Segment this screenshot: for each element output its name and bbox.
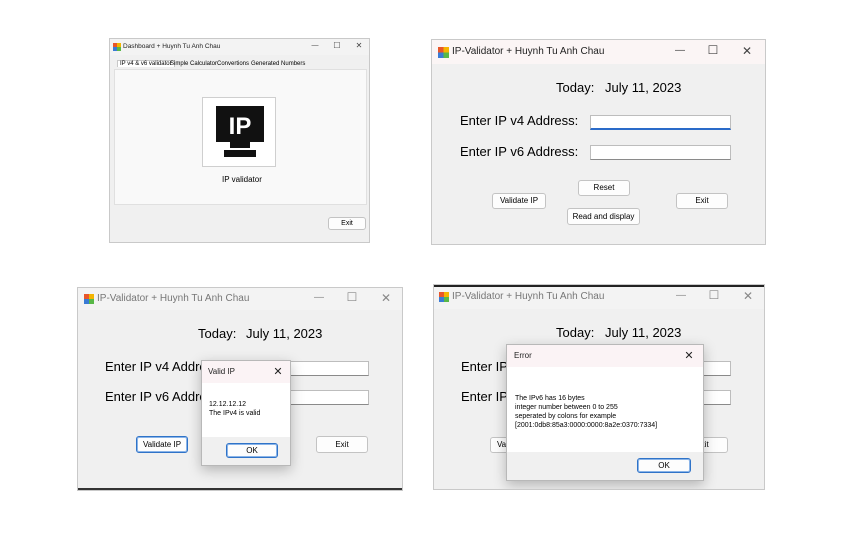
reset-button[interactable]: Reset xyxy=(578,180,630,196)
dialog-title-bar: Valid IP ✕ xyxy=(202,361,290,383)
tab-strip: IP v4 & v6 validator Simple Calculator C… xyxy=(114,58,367,69)
date-value: July 11, 2023 xyxy=(246,326,323,341)
ipv4-input[interactable] xyxy=(590,115,731,130)
ipv6-input[interactable] xyxy=(590,145,731,160)
dialog-title-bar: Error ✕ xyxy=(507,345,703,367)
exit-button[interactable]: Exit xyxy=(316,436,368,453)
validate-ip-button[interactable]: Validate IP xyxy=(136,436,188,453)
minimize-button[interactable]: — xyxy=(674,290,688,301)
date-value: July 11, 2023 xyxy=(605,80,682,95)
tab-generated-numbers[interactable]: Generated Numbers xyxy=(251,61,305,67)
maximize-button[interactable]: ☐ xyxy=(706,43,720,57)
tile-label: IP validator xyxy=(222,175,262,184)
valid-ip-dialog: Valid IP ✕ 12.12.12.12 The IPv4 is valid… xyxy=(201,360,291,466)
tab-content-panel: IP IP validator xyxy=(114,69,367,205)
window-title: IP-Validator + Huynh Tu Anh Chau xyxy=(452,46,605,57)
title-bar: IP-Validator + Huynh Tu Anh Chau — ☐ ✕ xyxy=(78,288,402,310)
tab-ip-validator[interactable]: IP v4 & v6 validator xyxy=(117,60,175,67)
app-icon xyxy=(439,292,449,302)
window-title: Dashboard + Huynh Tu Anh Chau xyxy=(123,43,221,50)
ip-validator-window-valid: IP-Validator + Huynh Tu Anh Chau — ☐ ✕ T… xyxy=(77,287,403,491)
today-label: Today: xyxy=(556,80,595,95)
app-icon xyxy=(84,294,94,304)
monitor-ip-icon: IP xyxy=(216,106,264,157)
ip-icon-text: IP xyxy=(229,113,252,140)
minimize-button[interactable]: — xyxy=(312,292,326,303)
title-bar: IP-Validator + Huynh Tu Anh Chau — ☐ ✕ xyxy=(434,285,764,309)
window-bottom-edge xyxy=(78,488,402,490)
window-title: IP-Validator + Huynh Tu Anh Chau xyxy=(452,291,605,302)
tab-simple-calculator[interactable]: Simple Calculator xyxy=(170,61,217,67)
app-icon xyxy=(113,43,121,51)
tab-convertions[interactable]: Convertions xyxy=(217,61,249,67)
app-icon xyxy=(438,47,449,58)
exit-button[interactable]: Exit xyxy=(328,217,366,230)
maximize-button[interactable]: ☐ xyxy=(345,290,359,304)
dialog-message-line2: integer number between 0 to 255 xyxy=(515,404,618,411)
dialog-message-line2: The IPv4 is valid xyxy=(209,410,261,417)
dialog-message-line1: The IPv6 has 16 bytes xyxy=(515,395,585,402)
dialog-footer: OK xyxy=(202,437,290,465)
dialog-message-line4: [2001:0db8:85a3:0000:0000:8a2e:0370:7334… xyxy=(515,422,658,429)
ip-validator-tile[interactable]: IP xyxy=(202,97,276,167)
ipv6-label: Enter IP v6 Address: xyxy=(460,144,579,159)
maximize-button[interactable]: ☐ xyxy=(331,41,343,50)
close-button[interactable]: ✕ xyxy=(740,44,754,58)
minimize-button[interactable]: — xyxy=(673,45,687,56)
today-label: Today: xyxy=(556,325,595,340)
read-and-display-button[interactable]: Read and display xyxy=(567,208,640,225)
today-label: Today: xyxy=(198,326,237,341)
date-value: July 11, 2023 xyxy=(605,325,682,340)
close-button[interactable]: ✕ xyxy=(741,289,755,303)
dialog-close-button[interactable]: ✕ xyxy=(272,365,284,378)
dialog-title: Valid IP xyxy=(208,367,235,376)
close-button[interactable]: ✕ xyxy=(353,41,365,50)
dialog-footer: OK xyxy=(507,452,703,480)
title-bar: IP-Validator + Huynh Tu Anh Chau — ☐ ✕ xyxy=(432,40,765,64)
ipv4-label: Enter IP v4 Address: xyxy=(460,113,579,128)
dialog-message-line1: 12.12.12.12 xyxy=(209,401,246,408)
window-top-edge xyxy=(434,285,764,287)
ip-validator-window: IP-Validator + Huynh Tu Anh Chau — ☐ ✕ T… xyxy=(431,39,766,245)
window-title: IP-Validator + Huynh Tu Anh Chau xyxy=(97,293,250,304)
error-dialog: Error ✕ The IPv6 has 16 bytes integer nu… xyxy=(506,344,704,481)
close-button[interactable]: ✕ xyxy=(379,291,393,305)
dialog-close-button[interactable]: ✕ xyxy=(683,349,695,362)
dialog-message-line3: seperated by colons for example xyxy=(515,413,617,420)
ok-button[interactable]: OK xyxy=(226,443,278,458)
maximize-button[interactable]: ☐ xyxy=(707,288,721,302)
exit-button[interactable]: Exit xyxy=(676,193,728,209)
ok-button[interactable]: OK xyxy=(637,458,691,473)
minimize-button[interactable]: — xyxy=(309,42,321,49)
dialog-title: Error xyxy=(514,351,532,360)
title-bar: Dashboard + Huynh Tu Anh Chau — ☐ ✕ xyxy=(110,39,369,55)
dashboard-window: Dashboard + Huynh Tu Anh Chau — ☐ ✕ IP v… xyxy=(109,38,370,243)
ip-validator-window-error: IP-Validator + Huynh Tu Anh Chau — ☐ ✕ T… xyxy=(433,284,765,490)
validate-ip-button[interactable]: Validate IP xyxy=(492,193,546,209)
